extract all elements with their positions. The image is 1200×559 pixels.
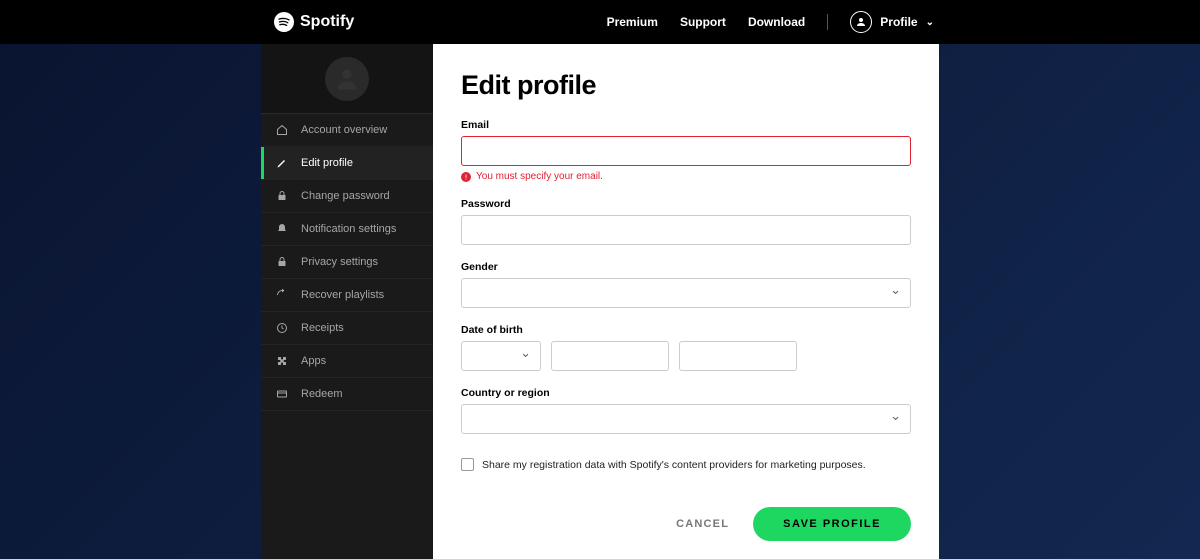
main-content: Edit profile Email You must specify your… <box>433 44 939 559</box>
email-field[interactable] <box>461 136 911 166</box>
marketing-label: Share my registration data with Spotify'… <box>482 459 866 471</box>
sidebar-item-recover-playlists[interactable]: Recover playlists <box>261 279 433 312</box>
sidebar-item-label: Apps <box>301 355 326 367</box>
sidebar-item-label: Redeem <box>301 388 343 400</box>
brand-logo[interactable]: Spotify <box>274 12 354 32</box>
email-label: Email <box>461 119 911 131</box>
lock-icon <box>275 256 289 268</box>
country-select[interactable] <box>461 404 911 434</box>
email-error: You must specify your email. <box>461 171 911 182</box>
sidebar-item-label: Notification settings <box>301 223 396 235</box>
sidebar-item-privacy-settings[interactable]: Privacy settings <box>261 246 433 279</box>
nav-premium[interactable]: Premium <box>607 15 658 29</box>
home-icon <box>275 124 289 136</box>
country-label: Country or region <box>461 387 911 399</box>
sidebar-item-label: Recover playlists <box>301 289 384 301</box>
user-icon <box>850 11 872 33</box>
nav-download[interactable]: Download <box>748 15 805 29</box>
save-button[interactable]: SAVE PROFILE <box>753 507 911 541</box>
nav-support[interactable]: Support <box>680 15 726 29</box>
sidebar-item-redeem[interactable]: Redeem <box>261 378 433 411</box>
brand-name: Spotify <box>300 13 354 31</box>
sidebar-item-apps[interactable]: Apps <box>261 345 433 378</box>
sidebar-item-label: Account overview <box>301 124 387 136</box>
sidebar-item-label: Change password <box>301 190 390 202</box>
password-field[interactable] <box>461 215 911 245</box>
dob-month-select[interactable] <box>461 341 541 371</box>
dob-label: Date of birth <box>461 324 911 336</box>
error-icon <box>461 172 471 182</box>
dob-day-field[interactable] <box>551 341 669 371</box>
clock-icon <box>275 322 289 334</box>
lock-icon <box>275 190 289 202</box>
sidebar-item-receipts[interactable]: Receipts <box>261 312 433 345</box>
profile-menu-button[interactable]: Profile ⌄ <box>850 11 934 33</box>
marketing-checkbox[interactable] <box>461 458 474 471</box>
refresh-icon <box>275 289 289 301</box>
gender-label: Gender <box>461 261 911 273</box>
sidebar-item-account-overview[interactable]: Account overview <box>261 114 433 147</box>
spotify-icon <box>274 12 294 32</box>
sidebar-item-label: Privacy settings <box>301 256 378 268</box>
dob-year-field[interactable] <box>679 341 797 371</box>
profile-label: Profile <box>880 15 917 29</box>
sidebar-item-label: Edit profile <box>301 157 353 169</box>
cancel-button[interactable]: CANCEL <box>676 518 729 530</box>
chevron-down-icon: ⌄ <box>926 17 934 28</box>
sidebar-item-edit-profile[interactable]: Edit profile <box>261 147 433 180</box>
nav-divider <box>827 14 828 30</box>
page-title: Edit profile <box>461 70 911 101</box>
bell-icon <box>275 223 289 235</box>
sidebar: Account overview Edit profile Change passw… <box>261 44 433 559</box>
password-label: Password <box>461 198 911 210</box>
card-icon <box>275 388 289 400</box>
sidebar-avatar <box>261 44 433 114</box>
gender-select[interactable] <box>461 278 911 308</box>
pencil-icon <box>275 157 289 169</box>
sidebar-item-change-password[interactable]: Change password <box>261 180 433 213</box>
puzzle-icon <box>275 355 289 367</box>
sidebar-item-notification-settings[interactable]: Notification settings <box>261 213 433 246</box>
sidebar-item-label: Receipts <box>301 322 344 334</box>
